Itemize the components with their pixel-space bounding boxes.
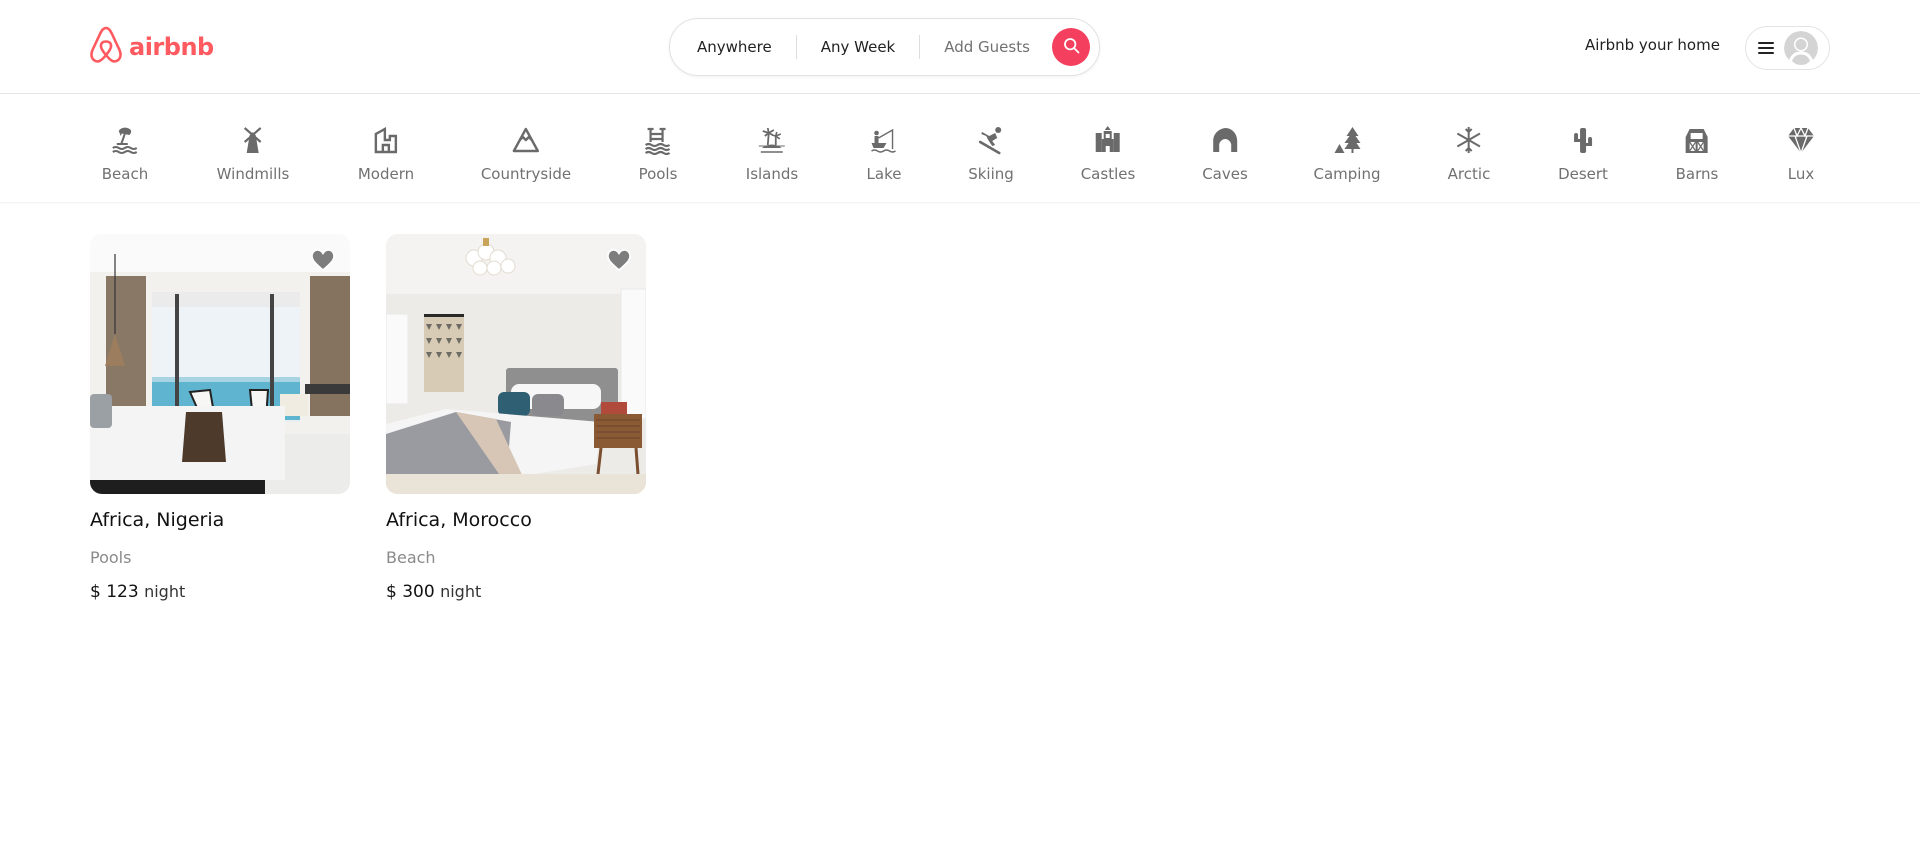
favorite-heart-button[interactable] bbox=[310, 248, 336, 272]
price-currency: $ bbox=[90, 582, 101, 602]
category-lux[interactable]: Lux bbox=[1786, 125, 1816, 183]
hamburger-icon bbox=[1758, 41, 1774, 55]
search-bar[interactable]: Anywhere Any Week Add Guests bbox=[669, 18, 1100, 76]
airbnb-belo-icon bbox=[89, 26, 123, 68]
category-islands[interactable]: Islands bbox=[746, 125, 798, 183]
category-desert[interactable]: Desert bbox=[1558, 125, 1608, 183]
brand-name: airbnb bbox=[129, 33, 214, 61]
add-guests-button[interactable]: Add Guests bbox=[944, 38, 1030, 56]
listing-title: Africa, Nigeria bbox=[90, 509, 225, 531]
price-amount: 123 bbox=[106, 582, 139, 602]
category-caves[interactable]: Caves bbox=[1202, 125, 1248, 183]
category-camping[interactable]: Camping bbox=[1314, 125, 1381, 183]
price-currency: $ bbox=[386, 582, 397, 602]
search-icon bbox=[1063, 37, 1080, 58]
windmill-icon bbox=[238, 125, 268, 159]
listing-card[interactable]: Africa, Morocco Beach $ 300 night bbox=[386, 234, 646, 602]
category-bar: Beach Windmills Modern Countryside Pools… bbox=[0, 95, 1920, 203]
category-label: Lux bbox=[1787, 165, 1815, 183]
search-week-button[interactable]: Any Week bbox=[821, 38, 896, 56]
search-divider bbox=[795, 35, 797, 59]
category-label: Barns bbox=[1675, 165, 1719, 183]
category-label: Castles bbox=[1080, 165, 1136, 183]
airbnb-your-home-link[interactable]: Airbnb your home bbox=[1585, 36, 1720, 54]
category-label: Skiing bbox=[968, 165, 1014, 183]
category-arctic[interactable]: Arctic bbox=[1447, 125, 1491, 183]
palm-island-icon bbox=[757, 125, 787, 159]
category-label: Caves bbox=[1202, 165, 1248, 183]
category-castles[interactable]: Castles bbox=[1080, 125, 1136, 183]
listing-title: Africa, Morocco bbox=[386, 509, 532, 531]
beach-umbrella-icon bbox=[110, 125, 140, 159]
skier-icon bbox=[976, 125, 1006, 159]
category-pools[interactable]: Pools bbox=[638, 125, 678, 183]
bedroom-with-grey-headboard-photo[interactable] bbox=[386, 234, 646, 494]
listing-price: $ 300 night bbox=[386, 582, 646, 602]
snowflake-icon bbox=[1454, 125, 1484, 159]
category-label: Countryside bbox=[480, 165, 572, 183]
listing-price: $ 123 night bbox=[90, 582, 350, 602]
search-location-button[interactable]: Anywhere bbox=[697, 38, 772, 56]
category-beach[interactable]: Beach bbox=[102, 125, 148, 183]
category-label: Beach bbox=[101, 165, 149, 183]
listing-category: Pools bbox=[90, 548, 132, 567]
heart-icon bbox=[606, 248, 632, 272]
cave-icon bbox=[1210, 125, 1240, 159]
price-unit: night bbox=[144, 582, 186, 601]
price-amount: 300 bbox=[402, 582, 435, 602]
tent-tree-icon bbox=[1332, 125, 1362, 159]
category-label: Windmills bbox=[216, 165, 290, 183]
user-menu-button[interactable] bbox=[1745, 26, 1830, 70]
favorite-heart-button[interactable] bbox=[606, 248, 632, 272]
category-lake[interactable]: Lake bbox=[866, 125, 902, 183]
castle-icon bbox=[1093, 125, 1123, 159]
category-barns[interactable]: Barns bbox=[1675, 125, 1719, 183]
pool-ladder-icon bbox=[643, 125, 673, 159]
fishing-boat-icon bbox=[869, 125, 899, 159]
category-label: Lake bbox=[866, 165, 902, 183]
category-label: Desert bbox=[1558, 165, 1608, 183]
bedroom-with-sea-view-photo[interactable] bbox=[90, 234, 350, 494]
listing-category: Beach bbox=[386, 548, 436, 567]
mountain-icon bbox=[511, 125, 541, 159]
diamond-icon bbox=[1786, 125, 1816, 159]
category-modern[interactable]: Modern bbox=[358, 125, 414, 183]
category-windmills[interactable]: Windmills bbox=[216, 125, 290, 183]
user-avatar-icon bbox=[1784, 31, 1818, 65]
cactus-icon bbox=[1568, 125, 1598, 159]
top-navbar: airbnb Anywhere Any Week Add Guests Airb… bbox=[0, 0, 1920, 94]
modern-building-icon bbox=[371, 125, 401, 159]
price-unit: night bbox=[440, 582, 482, 601]
category-skiing[interactable]: Skiing bbox=[968, 125, 1014, 183]
search-divider bbox=[919, 35, 921, 59]
category-label: Modern bbox=[357, 165, 415, 183]
category-label: Pools bbox=[638, 165, 678, 183]
category-label: Camping bbox=[1313, 165, 1381, 183]
category-label: Islands bbox=[745, 165, 799, 183]
airbnb-logo[interactable]: airbnb bbox=[89, 26, 214, 68]
heart-icon bbox=[310, 248, 336, 272]
listing-card[interactable]: Africa, Nigeria Pools $ 123 night bbox=[90, 234, 350, 602]
category-countryside[interactable]: Countryside bbox=[481, 125, 571, 183]
category-label: Arctic bbox=[1447, 165, 1491, 183]
barn-icon bbox=[1682, 125, 1712, 159]
search-button[interactable] bbox=[1052, 28, 1090, 66]
